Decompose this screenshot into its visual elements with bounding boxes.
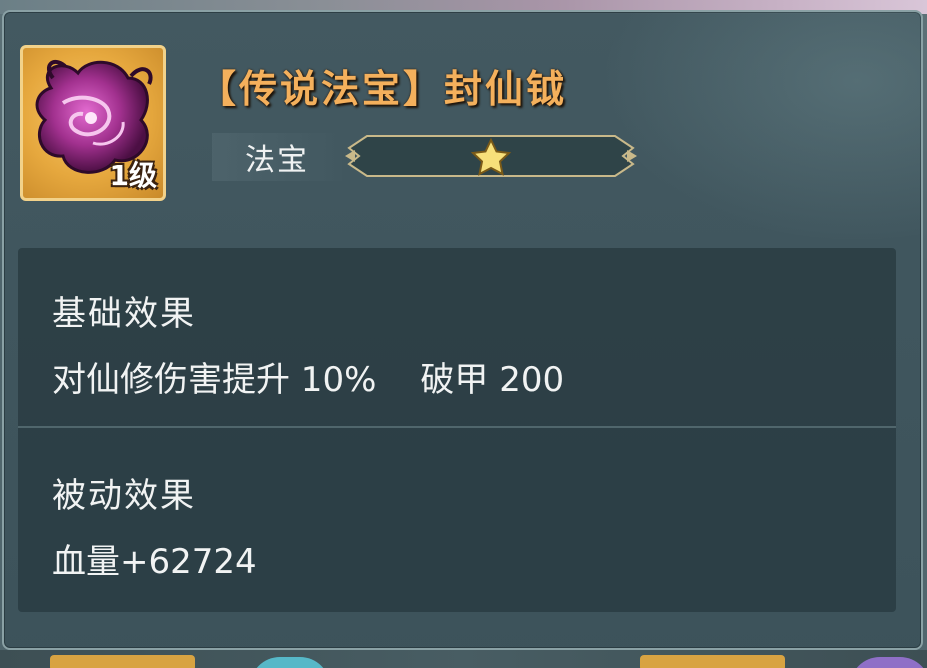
passive-effects-header: 被动效果 <box>52 476 196 516</box>
item-title: 【传说法宝】封仙钺 <box>198 67 568 111</box>
base-effects-stats: 对仙修伤害提升 10% 破甲 200 <box>52 352 564 401</box>
background-slot-right <box>640 655 785 668</box>
stat-armor-break: 破甲 200 <box>420 360 565 400</box>
effects-box: 基础效果 对仙修伤害提升 10% 破甲 200 被动效果 血量+62724 <box>18 248 896 612</box>
passive-effects-stats: 血量+62724 <box>52 534 257 583</box>
base-effects-header: 基础效果 <box>52 294 196 334</box>
item-level-label: 1级 <box>109 159 157 192</box>
section-divider <box>18 426 896 428</box>
item-icon-frame[interactable]: 1级 <box>20 45 166 201</box>
stat-hp-bonus: 血量+62724 <box>52 542 257 582</box>
star-bar-cap-left <box>345 150 355 162</box>
base-effects-section: 基础效果 对仙修伤害提升 10% 破甲 200 <box>18 248 896 428</box>
passive-effects-section: 被动效果 血量+62724 <box>18 430 896 612</box>
panel-glow <box>601 12 921 242</box>
background-slot-left <box>50 655 195 668</box>
stat-immortal-damage: 对仙修伤害提升 10% <box>52 360 377 400</box>
star-rating-bar <box>345 135 637 177</box>
item-category-chip: 法宝 <box>212 133 342 181</box>
item-category-label: 法宝 <box>245 143 309 178</box>
star-bar-cap-right <box>627 150 637 162</box>
